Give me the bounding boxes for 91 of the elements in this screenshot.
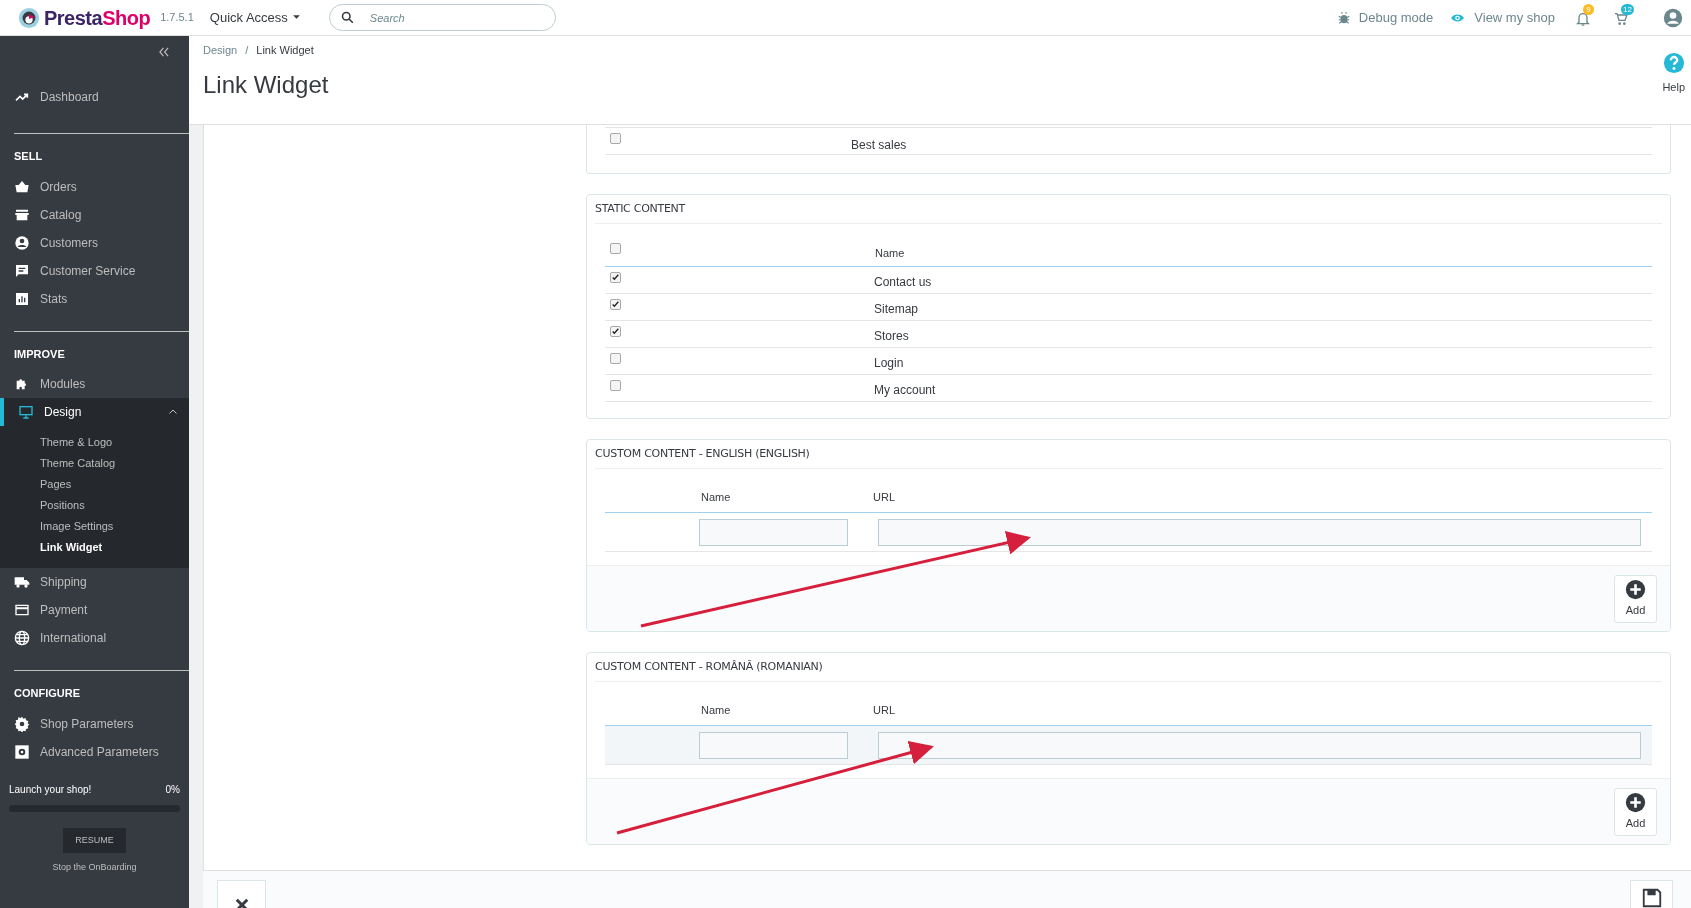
menu-item[interactable]: Modules: [0, 370, 189, 398]
chat-icon: [14, 262, 30, 279]
check-icon: [611, 327, 620, 336]
panel-title: CUSTOM CONTENT - ENGLISH (ENGLISH): [595, 445, 810, 462]
count-badge: 9: [1583, 3, 1594, 15]
check-icon: [611, 273, 620, 282]
menu-item[interactable]: Advanced Parameters: [0, 737, 189, 766]
section-heading: IMPROVE: [13, 346, 66, 362]
card-icon: [14, 602, 30, 618]
save-icon: [1640, 887, 1663, 908]
cancel-button[interactable]: [217, 880, 266, 908]
row-name: My account: [874, 382, 936, 399]
panel-title: CUSTOM CONTENT - ROMÂNĂ (ROMANIAN): [595, 658, 823, 675]
collapse-menu-button[interactable]: [157, 45, 171, 59]
version-label: 1.7.5.1: [160, 10, 194, 26]
menu-item[interactable]: Stats: [0, 284, 189, 313]
section-heading: CONFIGURE: [13, 686, 81, 701]
monitor-icon: [18, 404, 34, 420]
breadcrumb-separator: /: [245, 43, 249, 58]
checkbox[interactable]: [610, 299, 621, 310]
table-row[interactable]: [605, 726, 1652, 765]
caret-icon: [291, 13, 301, 22]
row-name: Stores: [874, 328, 909, 345]
row-name: Sitemap: [874, 301, 919, 318]
menu-item[interactable]: Shop Parameters: [0, 709, 189, 738]
menu-item[interactable]: Catalog: [0, 200, 189, 229]
logo-icon: [18, 6, 40, 29]
truck-icon: [14, 574, 30, 590]
breadcrumb-link[interactable]: Design: [203, 42, 238, 59]
debug-mode-link[interactable]: Debug mode: [1336, 7, 1434, 28]
row-name: Best sales: [851, 137, 907, 154]
submenu-item[interactable]: Positions: [0, 495, 189, 516]
column-header: Name: [701, 703, 732, 719]
menu-item[interactable]: Customers: [0, 228, 189, 257]
row-name: Contact us: [874, 274, 932, 291]
submenu-item[interactable]: Theme Catalog: [0, 453, 189, 474]
url-input[interactable]: [878, 518, 1641, 546]
add-button[interactable]: Add: [1614, 575, 1657, 623]
breadcrumb-current: Link Widget: [256, 43, 314, 58]
checkbox[interactable]: [610, 243, 621, 254]
brand-logo[interactable]: PrestaShop: [44, 2, 151, 33]
user-button[interactable]: [1663, 7, 1683, 28]
check-icon: [611, 300, 620, 309]
column-header: URL: [873, 703, 895, 719]
double-chevron-icon: [157, 45, 171, 59]
submenu-item[interactable]: Link Widget: [0, 537, 189, 558]
submenu-item[interactable]: Pages: [0, 474, 189, 495]
search-field[interactable]: Search: [328, 4, 556, 31]
url-input[interactable]: [878, 731, 1641, 759]
row-name: Login: [874, 355, 904, 372]
menu-item[interactable]: Design: [0, 398, 189, 426]
name-input[interactable]: [699, 518, 848, 546]
menu-item[interactable]: International: [0, 624, 189, 652]
progress-percent: 0%: [165, 783, 180, 797]
column-header: Name: [701, 490, 732, 506]
add-button[interactable]: Add: [1614, 788, 1657, 836]
submenu-item[interactable]: Image Settings: [0, 516, 189, 537]
submenu-item[interactable]: Theme & Logo: [0, 432, 189, 453]
menu-item[interactable]: Customer Service: [0, 256, 189, 285]
menu-item[interactable]: Orders: [0, 172, 189, 201]
user-icon: [1663, 7, 1683, 28]
checkbox[interactable]: [610, 272, 621, 283]
quick-access-menu[interactable]: Quick Access: [209, 7, 301, 28]
person-icon: [14, 234, 30, 251]
menu-item[interactable]: Payment: [0, 596, 189, 624]
help-icon: [1662, 52, 1685, 74]
column-header: Name: [875, 245, 905, 261]
section-heading: SELL: [13, 149, 44, 164]
panel-title: STATIC CONTENT: [595, 200, 685, 217]
page-title: Link Widget: [203, 69, 329, 100]
globe-icon: [14, 630, 30, 646]
help-button[interactable]: Help: [1662, 52, 1685, 96]
bug-icon: [1336, 10, 1351, 25]
save-button[interactable]: [1630, 880, 1673, 908]
resume-button[interactable]: RESUME: [63, 828, 126, 853]
onboarding-label: Launch your shop!: [9, 783, 92, 797]
checkbox[interactable]: [610, 380, 621, 391]
chart-icon: [14, 290, 30, 307]
stop-onboarding-link[interactable]: Stop the OnBoarding: [52, 861, 137, 875]
column-header: URL: [873, 490, 895, 506]
menu-item[interactable]: Shipping: [0, 568, 189, 596]
menu-item[interactable]: Dashboard: [0, 83, 189, 111]
checkbox[interactable]: [610, 353, 621, 364]
plus-circle-icon: [1625, 579, 1646, 601]
search-icon: [339, 10, 355, 25]
checkbox[interactable]: [610, 133, 621, 144]
checkbox[interactable]: [610, 326, 621, 337]
view-shop-link[interactable]: View my shop: [1449, 7, 1555, 28]
name-input[interactable]: [699, 731, 848, 759]
count-badge: 12: [1621, 3, 1634, 15]
plus-circle-icon: [1625, 792, 1646, 814]
